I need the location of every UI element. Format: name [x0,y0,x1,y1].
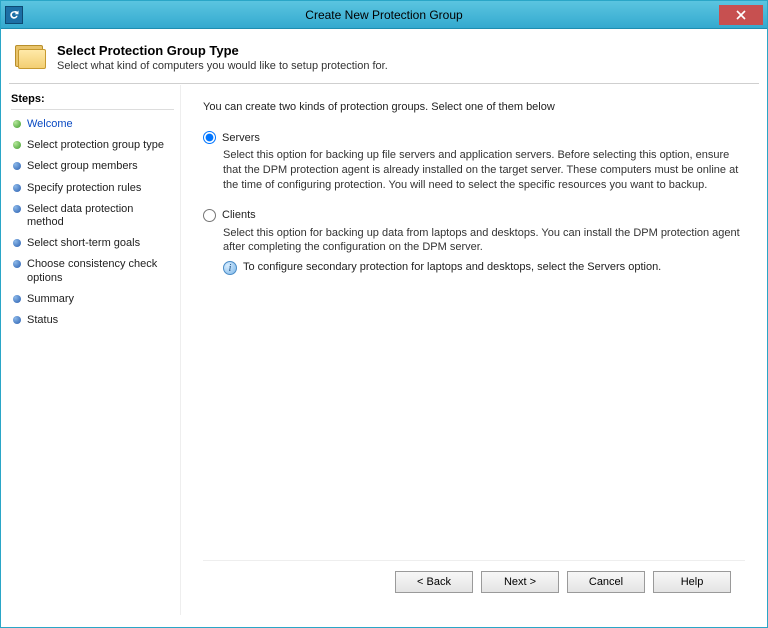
step-bullet-icon [13,141,21,149]
step-label: Select data protection method [27,203,172,229]
option-clients: Clients Select this option for backing u… [203,209,745,276]
step-bullet-icon [13,162,21,170]
step-bullet-icon [13,316,21,324]
step-bullet-icon [13,205,21,213]
step-label: Welcome [27,118,73,131]
cancel-button[interactable]: Cancel [567,571,645,593]
step-bullet-icon [13,260,21,268]
step-summary[interactable]: Summary [11,289,174,310]
option-label: Servers [222,132,260,144]
steps-sidebar: Steps: Welcome Select protection group t… [1,85,181,615]
step-label: Summary [27,293,74,306]
step-label: Specify protection rules [27,182,141,195]
option-label: Clients [222,209,256,221]
option-description: Select this option for backing up data f… [223,226,745,256]
option-description: Select this option for backing up file s… [223,148,745,193]
close-button[interactable] [719,5,763,25]
step-bullet-icon [13,239,21,247]
step-choose-consistency-check-options[interactable]: Choose consistency check options [11,254,174,288]
step-status[interactable]: Status [11,310,174,331]
step-welcome[interactable]: Welcome [11,114,174,135]
radio-servers[interactable] [203,131,216,144]
next-button[interactable]: Next > [481,571,559,593]
page-subtitle: Select what kind of computers you would … [57,60,388,72]
step-label: Select group members [27,160,138,173]
page-title: Select Protection Group Type [57,43,388,58]
app-icon [5,6,23,24]
step-specify-protection-rules[interactable]: Specify protection rules [11,178,174,199]
option-servers: Servers Select this option for backing u… [203,131,745,193]
step-label: Select protection group type [27,139,164,152]
step-select-short-term-goals[interactable]: Select short-term goals [11,233,174,254]
back-button[interactable]: < Back [395,571,473,593]
intro-text: You can create two kinds of protection g… [203,101,745,113]
step-label: Select short-term goals [27,237,140,250]
main-content: You can create two kinds of protection g… [181,85,767,615]
steps-heading: Steps: [11,91,174,110]
step-label: Status [27,314,58,327]
radio-clients[interactable] [203,209,216,222]
step-select-protection-group-type[interactable]: Select protection group type [11,135,174,156]
info-text: To configure secondary protection for la… [243,261,661,273]
info-note: i To configure secondary protection for … [223,261,745,275]
titlebar: Create New Protection Group [1,1,767,29]
help-button[interactable]: Help [653,571,731,593]
step-bullet-icon [13,295,21,303]
info-icon: i [223,261,237,275]
window-title: Create New Protection Group [1,8,767,22]
folder-icon [15,41,47,73]
step-label: Choose consistency check options [27,258,172,284]
steps-list: Welcome Select protection group type Sel… [11,114,174,331]
step-bullet-icon [13,184,21,192]
step-select-group-members[interactable]: Select group members [11,156,174,177]
wizard-buttons: < Back Next > Cancel Help [203,560,745,607]
step-bullet-icon [13,120,21,128]
page-header: Select Protection Group Type Select what… [1,29,767,83]
step-select-data-protection-method[interactable]: Select data protection method [11,199,174,233]
